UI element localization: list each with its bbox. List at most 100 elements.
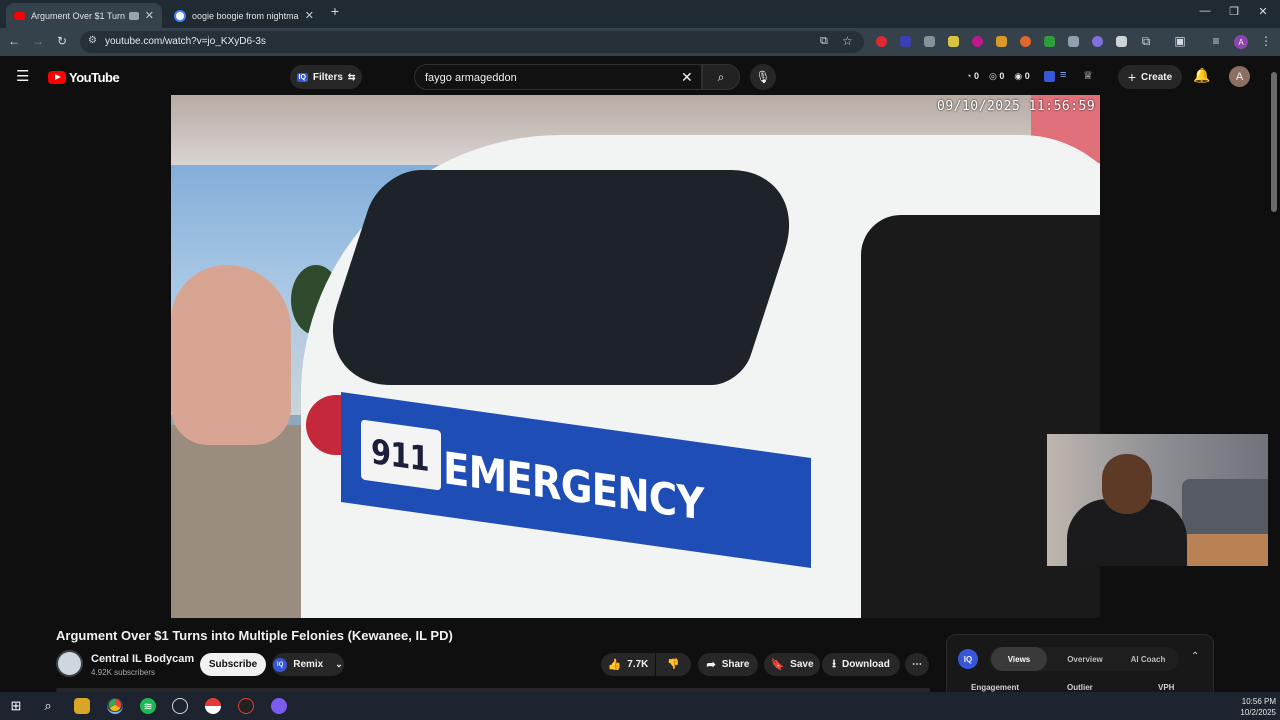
record-app-icon[interactable] [238, 698, 254, 714]
trophy-icon[interactable]: ♕ [1083, 69, 1093, 82]
more-actions-button[interactable]: ⋯ [905, 653, 929, 676]
browser-toolbar: ← → ↻ ⚙ youtube.com/watch?v=jo_KXyD6-3s … [0, 28, 1280, 56]
forward-icon[interactable]: → [30, 34, 46, 48]
channel-name[interactable]: Central IL Bodycam [91, 653, 194, 665]
webcam-couch [1182, 479, 1280, 539]
bookmark-star-icon[interactable]: ☆ [842, 34, 853, 48]
extension-tv-icon[interactable] [1116, 36, 1127, 47]
youtube-play-icon [48, 71, 66, 84]
eye-counter: ◉ 0 [1014, 71, 1030, 81]
download-icon: ⭳ [832, 658, 837, 670]
tab-title: Argument Over $1 Turns into [31, 10, 125, 21]
extension-pink-icon[interactable] [972, 36, 983, 47]
browser-menu-icon[interactable]: ⋮ [1258, 34, 1274, 48]
site-info-icon[interactable]: ⚙ [88, 35, 97, 46]
chevron-down-icon[interactable]: ⌄ [335, 659, 343, 670]
file-explorer-icon[interactable] [74, 698, 90, 714]
profile-avatar[interactable]: A [1234, 35, 1248, 49]
media-icon[interactable] [128, 11, 139, 20]
extension-green-icon[interactable] [1044, 36, 1055, 47]
chat-app-icon[interactable] [271, 698, 287, 714]
share-button[interactable]: ➦ Share [698, 653, 758, 676]
tab-youtube-video[interactable]: Argument Over $1 Turns into ✕ [6, 3, 162, 28]
remix-button[interactable]: IQ Remix ⌄ [272, 653, 344, 676]
youtube-favicon-icon [14, 11, 25, 20]
reload-icon[interactable]: ↻ [54, 34, 70, 48]
page-scrollbar[interactable] [1268, 66, 1280, 692]
clear-search-icon[interactable]: ✕ [681, 69, 693, 86]
thumbs-up-icon: 👍 [607, 659, 622, 671]
collapse-chevron-icon[interactable]: ⌃ [1191, 651, 1199, 662]
side-panel-icon[interactable]: ▣ [1172, 34, 1188, 48]
tab-views[interactable]: Views [991, 647, 1047, 671]
tab-google-search[interactable]: oogie boogie from nightmare b ✕ [166, 3, 322, 28]
vehicle-number: 911 [371, 432, 429, 481]
new-tab-button[interactable]: + [324, 3, 346, 19]
close-window-icon[interactable]: ✕ [1252, 5, 1274, 18]
channel-avatar[interactable] [56, 650, 83, 677]
iq-extension-icon[interactable] [1044, 71, 1055, 82]
list-icon[interactable]: ≡ [1060, 69, 1066, 81]
video-title: Argument Over $1 Turns into Multiple Fel… [56, 628, 453, 643]
address-bar[interactable]: ⚙ youtube.com/watch?v=jo_KXyD6-3s ⧉ ☆ [80, 31, 864, 53]
extension-yellow-icon[interactable] [948, 36, 959, 47]
save-button[interactable]: 🔖 Save [764, 653, 820, 676]
extension-k-icon[interactable] [1068, 36, 1079, 47]
obs-icon[interactable] [172, 698, 188, 714]
extension-red-icon[interactable] [876, 36, 887, 47]
search-input[interactable]: faygo armageddon ✕ [414, 64, 702, 90]
extension-purple-icon[interactable] [1092, 36, 1103, 47]
tab-title: oogie boogie from nightmare b [192, 10, 299, 21]
windows-start-icon[interactable]: ⊞ [8, 698, 24, 714]
download-button[interactable]: ⭳ Download [822, 653, 900, 676]
column-outlier: Outlier [1067, 683, 1093, 692]
extension-gray-icon[interactable] [924, 36, 935, 47]
column-vph: VPH [1158, 683, 1175, 692]
column-engagement: Engagement [971, 683, 1020, 692]
tab-overview[interactable]: Overview [1055, 647, 1115, 671]
tab-ai-coach[interactable]: AI Coach [1119, 647, 1177, 671]
youtube-logo[interactable]: YouTube [48, 70, 120, 85]
url-text: youtube.com/watch?v=jo_KXyD6-3s [105, 36, 266, 47]
install-app-icon[interactable]: ⧉ [820, 35, 828, 48]
clock-counter: ◔ 0 [966, 71, 979, 81]
extensions-puzzle-icon[interactable]: ⧉ [1138, 34, 1154, 49]
plus-icon: + [1127, 69, 1137, 85]
chrome-icon[interactable] [107, 698, 123, 714]
minimize-icon[interactable]: — [1194, 5, 1216, 17]
subscribe-button[interactable]: Subscribe [200, 653, 266, 676]
logo-text: YouTube [69, 70, 120, 85]
hamburger-menu-icon[interactable]: ☰ [16, 67, 29, 85]
voice-search-button[interactable]: 🎙 [750, 64, 776, 90]
create-button[interactable]: + Create [1118, 65, 1182, 89]
webcam-floor [1177, 534, 1280, 566]
remix-label: Remix [293, 659, 324, 670]
close-tab-icon[interactable]: ✕ [305, 9, 314, 22]
like-count: 7.7K [627, 659, 649, 670]
video-player[interactable]: 911 EMERGENCY 09/10/2025 11:56:59 [171, 95, 1100, 618]
back-icon[interactable]: ← [6, 34, 22, 48]
bookmark-icon: 🔖 [770, 659, 785, 671]
account-avatar[interactable]: A [1229, 66, 1250, 87]
filters-button[interactable]: IQ Filters ⇆ [290, 65, 362, 89]
browser-tab-strip: Argument Over $1 Turns into ✕ oogie boog… [0, 0, 1280, 28]
like-button[interactable]: 👍 7.7K [601, 653, 655, 676]
extension-coral-icon[interactable] [1020, 36, 1031, 47]
extension-orange-icon[interactable] [996, 36, 1007, 47]
pokeball-app-icon[interactable] [205, 698, 221, 714]
scrollbar-thumb[interactable] [1271, 72, 1277, 212]
filters-label: Filters [312, 71, 343, 83]
extension-blue-icon[interactable] [900, 36, 911, 47]
spotify-icon[interactable]: ≋ [140, 698, 156, 714]
notifications-bell-icon[interactable]: 🔔 [1193, 67, 1210, 84]
webcam-overlay [1047, 434, 1280, 566]
close-tab-icon[interactable]: ✕ [145, 9, 154, 22]
search-button[interactable]: ⌕ [702, 64, 740, 90]
taskbar-search-icon[interactable]: ⌕ [40, 698, 56, 714]
bodycam-timestamp: 09/10/2025 11:56:59 [937, 99, 1096, 114]
system-clock[interactable]: 10:56 PM 10/2/2025 [1236, 696, 1276, 718]
dislike-button[interactable]: 👎 [656, 653, 691, 676]
media-controls-icon[interactable]: ≡ [1208, 34, 1224, 48]
create-label: Create [1141, 71, 1173, 83]
restore-icon[interactable]: ❐ [1223, 5, 1245, 18]
